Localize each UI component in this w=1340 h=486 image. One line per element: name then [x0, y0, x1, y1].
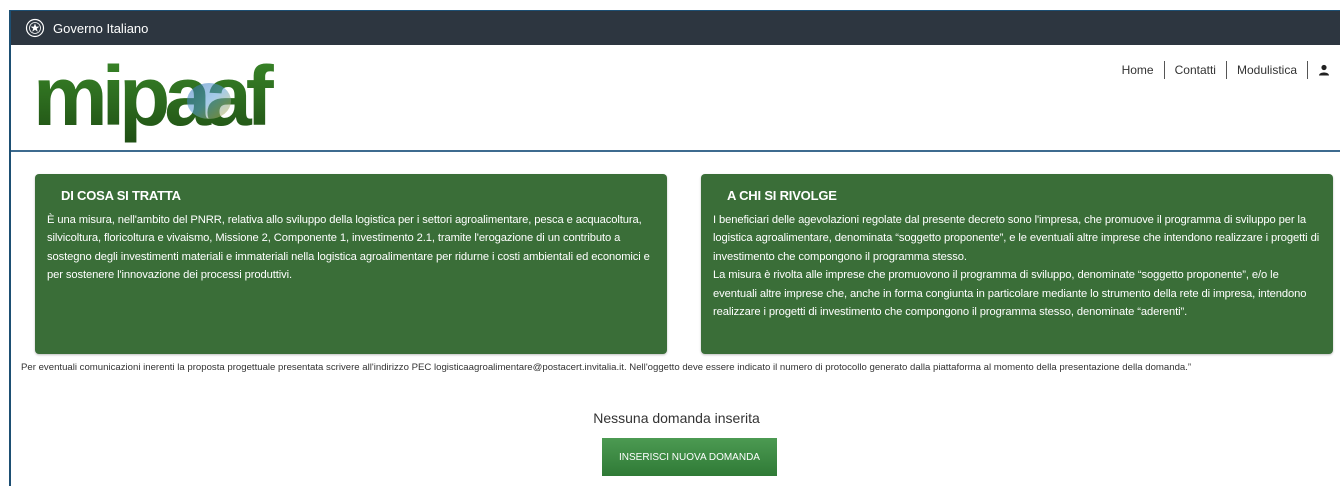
card-text-what: È una misura, nell'ambito del PNRR, rela…: [47, 214, 650, 282]
card-text-who-2: La misura è rivolta alle imprese che pro…: [713, 269, 1307, 319]
add-application-button[interactable]: INSERISCI NUOVA DOMANDA: [602, 438, 777, 476]
page-frame: Governo Italiano mipaaf Home Contatti Mo…: [9, 10, 1340, 486]
empty-state-message: Nessuna domanda inserita: [593, 410, 760, 426]
svg-text:mipaaf: mipaaf: [33, 57, 275, 143]
card-title-what: DI COSA SI TRATTA: [61, 188, 181, 203]
card-text-who-1: I beneficiari delle agevolazioni regolat…: [713, 214, 1320, 263]
site-header: mipaaf Home Contatti Modulistica: [11, 45, 1340, 152]
nav-modulistica[interactable]: Modulistica: [1227, 61, 1308, 79]
nav-home[interactable]: Home: [1112, 61, 1165, 79]
info-card-who: A CHI SI RIVOLGE I beneficiari delle age…: [701, 174, 1333, 354]
info-card-what: DI COSA SI TRATTA È una misura, nell'amb…: [35, 174, 667, 354]
user-icon[interactable]: [1308, 64, 1340, 76]
nav-contatti[interactable]: Contatti: [1165, 61, 1227, 79]
top-navigation: Home Contatti Modulistica: [1112, 61, 1340, 79]
government-bar: Governo Italiano: [11, 11, 1340, 45]
user-glyph-icon: [1319, 64, 1329, 76]
pec-note: Per eventuali comunicazioni inerenti la …: [21, 362, 1192, 373]
italian-emblem-icon: [25, 18, 45, 38]
card-title-who: A CHI SI RIVOLGE: [727, 188, 837, 203]
mipaaf-logo[interactable]: mipaaf: [31, 57, 301, 145]
government-name[interactable]: Governo Italiano: [53, 21, 148, 36]
